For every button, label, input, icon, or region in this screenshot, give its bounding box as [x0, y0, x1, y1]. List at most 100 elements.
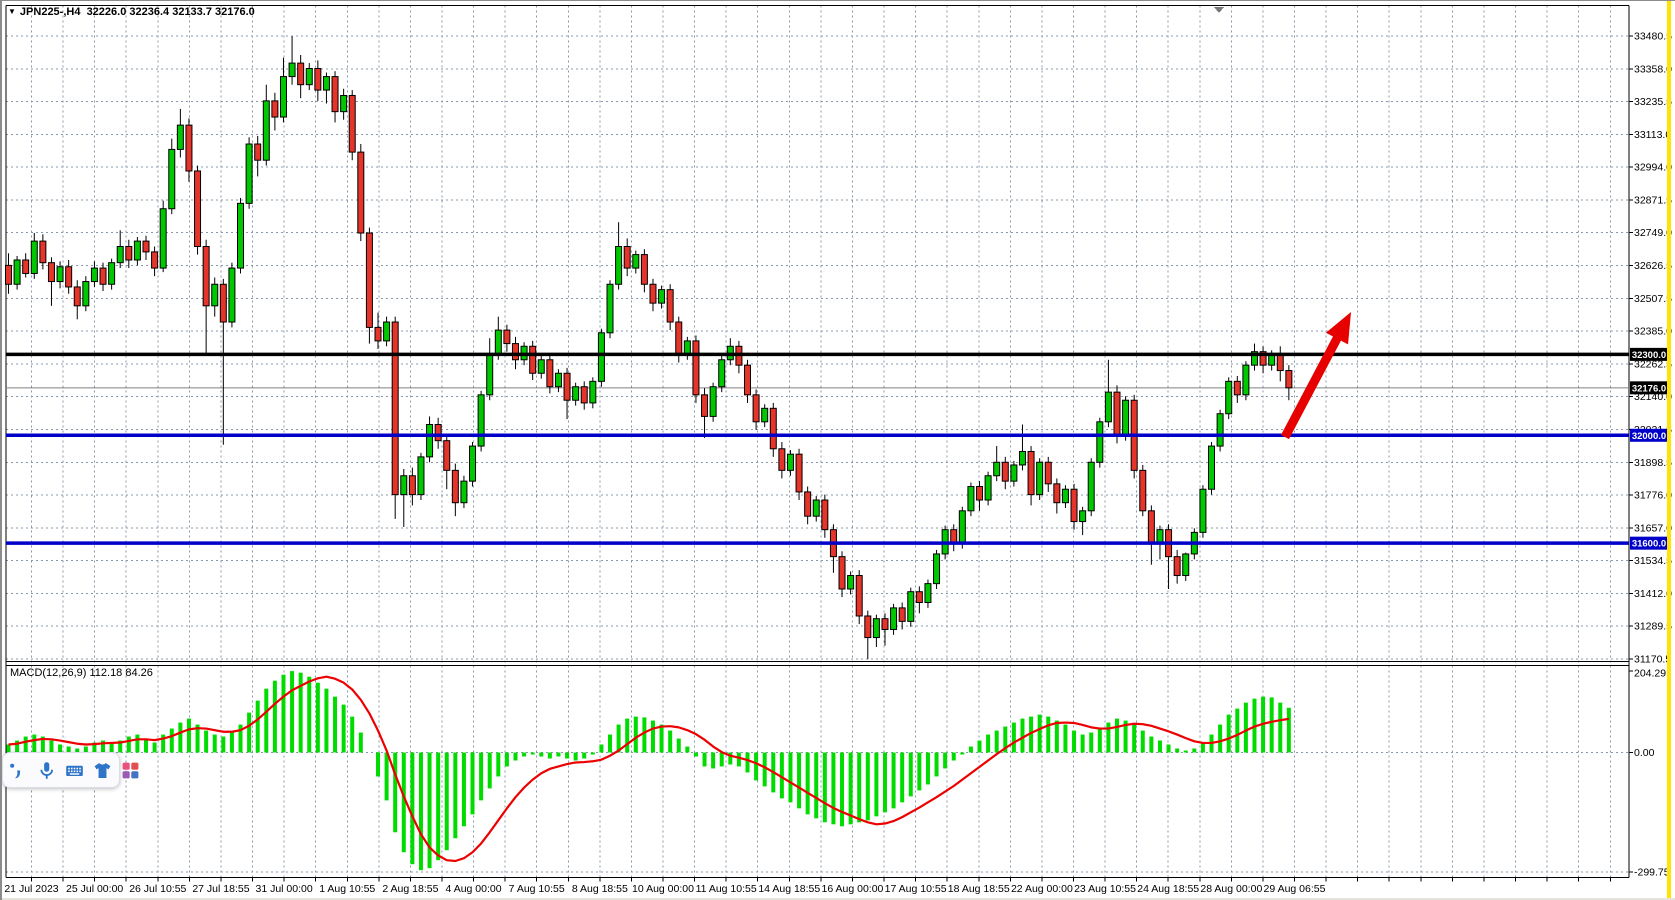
candle-body: [590, 381, 596, 403]
candle-body: [1234, 381, 1240, 394]
macd-bar: [1055, 721, 1059, 753]
time-tick-label: 16 Aug 00:00: [821, 883, 883, 895]
macd-indicator-label: MACD(12,26,9) 112.18 84.26: [10, 667, 153, 679]
candle-body: [323, 77, 329, 90]
time-tick-label: 7 Aug 10:55: [509, 883, 565, 895]
macd-bar: [986, 735, 990, 753]
macd-bar: [24, 737, 28, 753]
apps-grid-icon[interactable]: [121, 761, 140, 780]
time-tick-label: 2 Aug 18:55: [382, 883, 438, 895]
candle-body: [306, 68, 312, 84]
macd-group: [7, 671, 1291, 870]
mt4-chart-window: 21 Jul 202325 Jul 00:0026 Jul 10:5527 Ju…: [0, 0, 1675, 900]
candle-body: [1277, 354, 1283, 370]
time-tick-label: 27 Jul 18:55: [192, 883, 249, 895]
macd-bar: [788, 753, 792, 803]
arrow-shaft: [1285, 335, 1339, 437]
symbol-ohlc-label: ▼JPN225-,H4 32226.0 32236.4 32133.7 3217…: [8, 6, 255, 18]
candle-body: [702, 395, 708, 417]
macd-bar: [1106, 723, 1110, 753]
candle-body: [461, 481, 467, 503]
candle-body: [177, 125, 183, 149]
candle-body: [659, 290, 665, 303]
macd-bar: [1278, 703, 1282, 753]
candle-body: [375, 327, 381, 340]
candle-body: [246, 144, 252, 203]
macd-bar: [952, 753, 956, 761]
candle-body: [470, 446, 476, 481]
macd-bar: [978, 741, 982, 753]
candle-body: [1054, 484, 1060, 503]
time-tick-label: 28 Aug 00:00: [1200, 883, 1262, 895]
candle-body: [427, 424, 433, 456]
candle-body: [650, 284, 656, 303]
time-tick-label: 8 Aug 18:55: [572, 883, 628, 895]
macd-bar: [290, 671, 294, 752]
candle-body: [229, 268, 235, 322]
macd-bar: [1141, 731, 1145, 753]
chart-canvas[interactable]: 21 Jul 202325 Jul 00:0026 Jul 10:5527 Ju…: [2, 1, 1675, 900]
candle-body: [83, 282, 89, 306]
time-tick-label: 1 Aug 10:55: [319, 883, 375, 895]
candle-body: [641, 255, 647, 285]
candle-body: [452, 470, 458, 502]
macd-bar: [582, 753, 586, 759]
candle-body: [1019, 451, 1025, 464]
macd-bar: [376, 753, 380, 777]
candle-body: [1097, 422, 1103, 462]
macd-bar: [874, 753, 878, 817]
candle-body: [358, 152, 364, 233]
candle-body: [916, 592, 922, 603]
candle-body: [1209, 446, 1215, 489]
macd-bar: [178, 723, 182, 753]
candle-body: [1157, 530, 1163, 543]
time-tick-label: 25 Jul 00:00: [66, 883, 123, 895]
candle-body: [959, 511, 965, 543]
macd-bar: [350, 717, 354, 753]
candle-body: [1037, 462, 1043, 494]
candle-body: [848, 576, 854, 589]
candle-body: [298, 63, 304, 85]
candle-body: [186, 125, 192, 171]
candle-body: [117, 246, 123, 262]
macd-bar: [385, 753, 389, 801]
candle-body: [555, 373, 561, 386]
pen-icon[interactable]: [9, 761, 28, 780]
macd-bar: [1149, 737, 1153, 753]
candle-body: [573, 387, 579, 400]
macd-bar: [127, 737, 131, 753]
keyboard-icon[interactable]: [65, 761, 84, 780]
macd-bar: [170, 729, 174, 753]
candle-body: [1140, 470, 1146, 510]
macd-bar: [393, 753, 397, 833]
macd-bar: [840, 753, 844, 827]
candle-body: [263, 101, 269, 160]
macd-bar: [204, 731, 208, 753]
candle-body: [616, 246, 622, 284]
price-badge-text: 32300.0: [1632, 350, 1666, 361]
candle-body: [1183, 554, 1189, 576]
candle-body: [908, 592, 914, 622]
chart-shift-marker[interactable]: [1214, 7, 1224, 13]
candle-body: [787, 454, 793, 470]
price-badges: 32300.032176.032000.031600.0: [1630, 348, 1668, 550]
macd-bar: [995, 731, 999, 753]
time-tick-label: 24 Aug 18:55: [1137, 883, 1199, 895]
macd-bar: [926, 753, 930, 785]
macd-bar: [187, 719, 191, 753]
candle-body: [1217, 414, 1223, 446]
microphone-icon[interactable]: [37, 761, 56, 780]
tshirt-icon[interactable]: [93, 761, 112, 780]
time-tick-label: 18 Aug 18:55: [948, 883, 1010, 895]
candle-body: [109, 263, 115, 285]
symbol-dropdown-icon[interactable]: ▼: [8, 7, 16, 16]
macd-bar: [1038, 715, 1042, 753]
candle-body: [684, 341, 690, 354]
candle-body: [512, 344, 518, 360]
candle-body: [607, 284, 613, 333]
macd-bar: [479, 753, 483, 801]
window-edge-stripe: [1667, 1, 1671, 900]
candle-body: [839, 557, 845, 589]
macd-bar: [144, 739, 148, 753]
candle-body: [143, 241, 149, 252]
